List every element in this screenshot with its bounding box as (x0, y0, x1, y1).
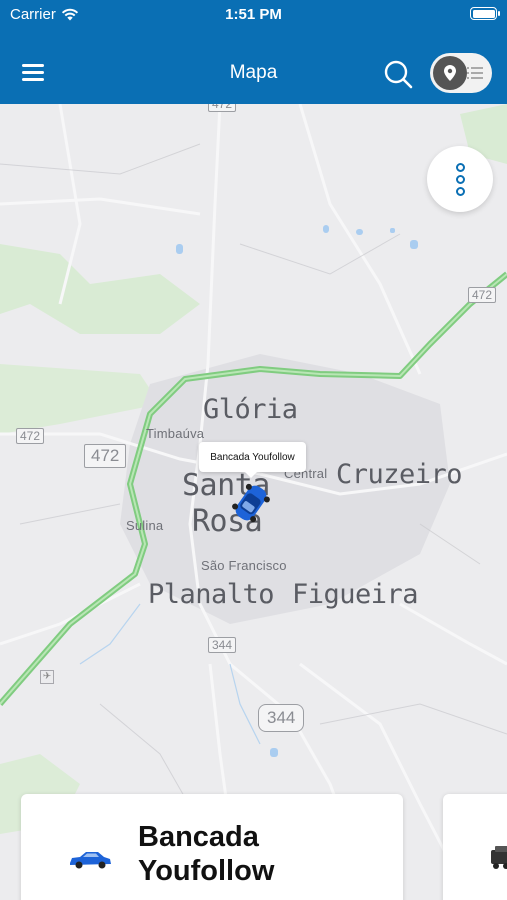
vehicle-name: Bancada Youfollow (138, 821, 275, 887)
map-label: Figueira (292, 579, 419, 610)
dot-icon (455, 162, 465, 172)
map-label: São Francisco (201, 558, 287, 573)
map-label: Glória (203, 394, 298, 425)
map-list-toggle[interactable] (430, 53, 492, 93)
road-shield: 472 (16, 428, 45, 444)
blue-car-icon (70, 852, 111, 869)
map-pin-icon (433, 56, 467, 90)
list-icon (467, 67, 483, 79)
road-shield: 472 (468, 287, 497, 303)
app-bar: Mapa (0, 44, 507, 104)
clock: 1:51 PM (225, 6, 282, 23)
road-shield: 344 (208, 637, 237, 653)
truck-icon (491, 846, 507, 869)
app-screen: Carrier 1:51 PM Mapa 472 472 472 472 344… (0, 0, 507, 900)
battery-icon (470, 7, 500, 20)
road-shield: 472 (84, 444, 127, 468)
road-shield: 344 (258, 704, 305, 732)
vehicle-popup[interactable]: Bancada Youfollow (199, 442, 306, 478)
map-label: Planalto (148, 579, 275, 610)
dot-icon (455, 174, 465, 184)
vehicle-card[interactable]: Bancada Youfollow (21, 794, 403, 900)
map-label: Sulina (126, 518, 164, 533)
map-label: Timbaúva (146, 426, 205, 441)
more-options-button[interactable] (427, 146, 493, 212)
airport-icon: ✈ (40, 670, 54, 684)
blue-car-icon[interactable] (228, 478, 274, 528)
search-icon[interactable] (383, 59, 413, 89)
status-bar: Carrier 1:51 PM (0, 0, 507, 30)
map-label: Cruzeiro (336, 459, 463, 490)
dot-icon (455, 186, 465, 196)
top-bar: Carrier 1:51 PM Mapa (0, 0, 507, 104)
vehicle-card[interactable] (443, 794, 507, 900)
